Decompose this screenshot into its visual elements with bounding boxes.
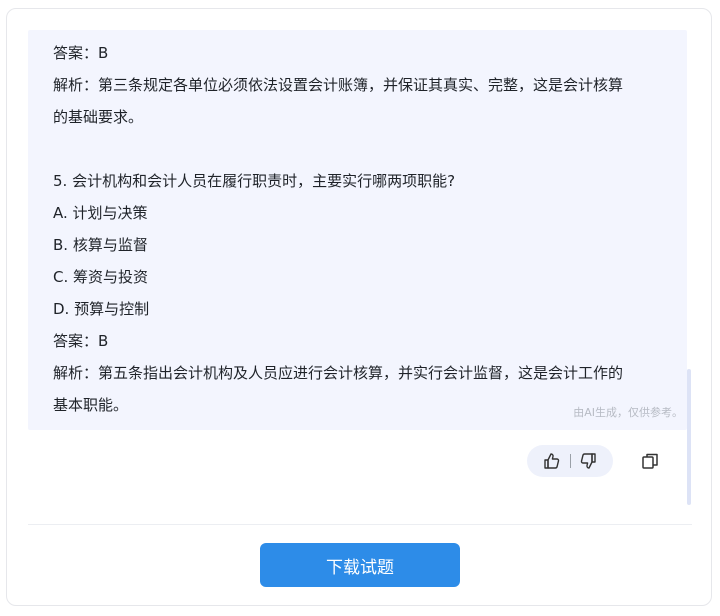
option-d: D. 预算与控制 bbox=[53, 300, 150, 318]
thumbs-down-icon[interactable] bbox=[578, 451, 598, 471]
scrollbar-thumb[interactable] bbox=[687, 369, 691, 505]
ai-disclaimer: 由AI生成，仅供参考。 bbox=[573, 406, 683, 419]
explanation-line: 解析：第五条指出会计机构及人员应进行会计核算，并实行会计监督，这是会计工作的 bbox=[53, 364, 624, 382]
explanation-line: 基本职能。 bbox=[53, 396, 129, 414]
answer-panel: 答案：B 解析：第三条规定各单位必须依法设置会计账簿，并保证其真实、完整，这是会… bbox=[28, 30, 687, 430]
feedback-group bbox=[527, 445, 613, 477]
option-b: B. 核算与监督 bbox=[53, 236, 148, 254]
explanation-line: 解析：第三条规定各单位必须依法设置会计账簿，并保证其真实、完整，这是会计核算 bbox=[53, 76, 624, 94]
answer-line: 答案：B bbox=[53, 332, 109, 350]
feedback-divider bbox=[570, 454, 571, 468]
copy-icon[interactable] bbox=[640, 451, 660, 471]
answer-line: 答案：B bbox=[53, 44, 109, 62]
download-questions-button[interactable]: 下载试题 bbox=[260, 543, 460, 587]
footer-divider bbox=[28, 524, 692, 525]
option-a: A. 计划与决策 bbox=[53, 204, 148, 222]
thumbs-up-icon[interactable] bbox=[542, 451, 562, 471]
explanation-line: 的基础要求。 bbox=[53, 108, 144, 126]
chat-card: 答案：B 解析：第三条规定各单位必须依法设置会计账簿，并保证其真实、完整，这是会… bbox=[6, 8, 712, 606]
option-c: C. 筹资与投资 bbox=[53, 268, 149, 286]
question-line: 5. 会计机构和会计人员在履行职责时，主要实行哪两项职能? bbox=[53, 172, 456, 190]
